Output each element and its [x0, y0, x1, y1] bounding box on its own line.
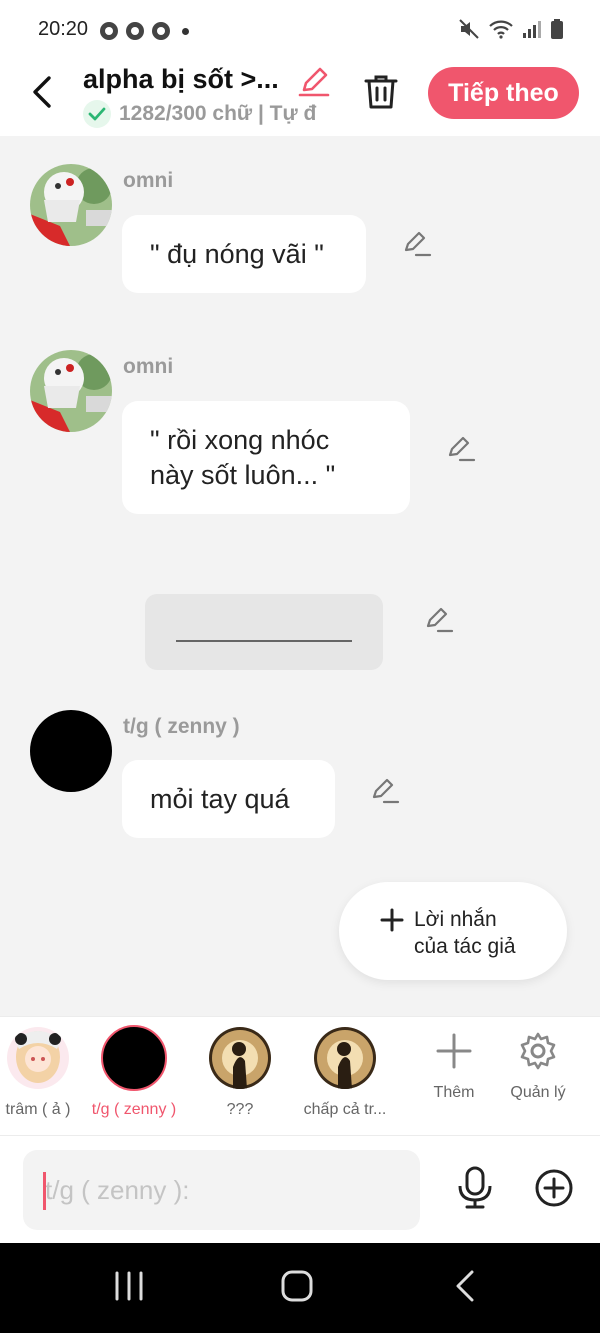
- edit-message-button[interactable]: [370, 777, 400, 810]
- composer: [0, 1136, 600, 1243]
- word-count-row: 1282/300 chữ | Tự đ: [83, 100, 333, 128]
- divider-line: [176, 640, 352, 642]
- edit-message-button[interactable]: [446, 435, 476, 468]
- message-bubble[interactable]: mỏi tay quá: [122, 760, 335, 838]
- character-name: chấp cả tr...: [303, 1101, 387, 1118]
- character-avatar: [7, 1027, 69, 1089]
- delete-button[interactable]: [362, 72, 400, 117]
- author-note-label: Lời nhắn của tác giả: [414, 908, 516, 958]
- voice-input-button[interactable]: [456, 1166, 494, 1215]
- pencil-icon: [448, 436, 476, 462]
- microphone-icon: [458, 1166, 492, 1209]
- manage-characters-button[interactable]: Quản lý: [498, 1031, 578, 1102]
- avatar-omni[interactable]: [30, 350, 112, 432]
- character-item-selected[interactable]: t/g ( zenny ): [79, 1025, 189, 1119]
- add-character-label: Thêm: [433, 1084, 475, 1101]
- back-button[interactable]: [24, 74, 60, 110]
- message-bubble[interactable]: " đụ nóng vãi ": [122, 215, 366, 293]
- chrome-icon: [100, 22, 118, 40]
- status-bar: 20:20: [0, 0, 600, 60]
- next-button[interactable]: Tiếp theo: [428, 67, 579, 119]
- avatar-zenny[interactable]: [30, 710, 112, 792]
- pencil-icon: [426, 607, 454, 633]
- manage-characters-label: Quản lý: [510, 1084, 566, 1101]
- plus-icon: [380, 908, 404, 932]
- more-notifications-icon: [182, 27, 189, 35]
- edit-divider-button[interactable]: [424, 606, 454, 639]
- avatar-image: [30, 164, 112, 246]
- sender-name: omni: [123, 169, 174, 192]
- character-name: ???: [226, 1101, 254, 1118]
- character-bar: trâm ( ả ) t/g ( zenny ) ??? chấp cả tr.…: [0, 1016, 600, 1136]
- avatar-omni[interactable]: [30, 164, 112, 246]
- add-content-button[interactable]: [534, 1168, 574, 1213]
- plus-circle-icon: [535, 1169, 573, 1207]
- trash-icon: [364, 75, 398, 109]
- chrome-icon: [152, 22, 170, 40]
- sender-name: t/g ( zenny ): [123, 715, 240, 738]
- system-back-button[interactable]: [452, 1269, 478, 1308]
- mute-icon: [459, 19, 479, 39]
- pencil-icon: [372, 778, 400, 804]
- pencil-icon: [404, 231, 432, 257]
- home-icon: [281, 1270, 313, 1302]
- character-avatar: [101, 1025, 167, 1091]
- recents-button[interactable]: [113, 1269, 145, 1308]
- word-count-text: 1282/300 chữ | Tự đ: [119, 102, 317, 125]
- text-caret: [43, 1172, 46, 1210]
- back-icon: [456, 1270, 474, 1302]
- system-nav-bar: [0, 1243, 600, 1333]
- battery-icon: [551, 19, 563, 39]
- chevron-left-icon: [33, 76, 51, 108]
- author-note-button[interactable]: Lời nhắn của tác giả: [339, 882, 567, 980]
- recents-icon: [115, 1271, 143, 1301]
- chrome-icon: [126, 22, 144, 40]
- add-character-button[interactable]: Thêm: [414, 1031, 494, 1102]
- status-time: 20:20: [38, 18, 89, 40]
- status-notification-icons: [100, 22, 189, 40]
- check-icon: [83, 100, 111, 128]
- home-button[interactable]: [280, 1269, 314, 1308]
- avatar-image: [30, 350, 112, 432]
- wifi-icon: [489, 20, 513, 39]
- editor-header: alpha bị sốt >... 1282/300 chữ | Tự đ Ti…: [0, 60, 600, 136]
- character-avatar: [314, 1027, 376, 1089]
- edit-message-button[interactable]: [402, 230, 432, 263]
- message-input[interactable]: [23, 1150, 420, 1230]
- character-item[interactable]: ???: [185, 1027, 295, 1119]
- edit-title-button[interactable]: [297, 64, 331, 103]
- pencil-icon: [298, 67, 330, 97]
- scene-divider[interactable]: [145, 594, 383, 670]
- chat-area: omni " đụ nóng vãi " omni " rồi xong nhó…: [0, 136, 600, 1016]
- character-avatar: [209, 1027, 271, 1089]
- status-system-icons: [458, 18, 564, 40]
- plus-icon: [436, 1033, 472, 1069]
- story-title[interactable]: alpha bị sốt >...: [83, 64, 288, 95]
- character-name: t/g ( zenny ): [91, 1101, 177, 1118]
- message-bubble[interactable]: " rồi xong nhóc này sốt luôn... ": [122, 401, 410, 514]
- sender-name: omni: [123, 355, 174, 378]
- signal-icon: [523, 21, 541, 38]
- gear-icon: [520, 1032, 556, 1070]
- character-item[interactable]: chấp cả tr...: [290, 1027, 400, 1119]
